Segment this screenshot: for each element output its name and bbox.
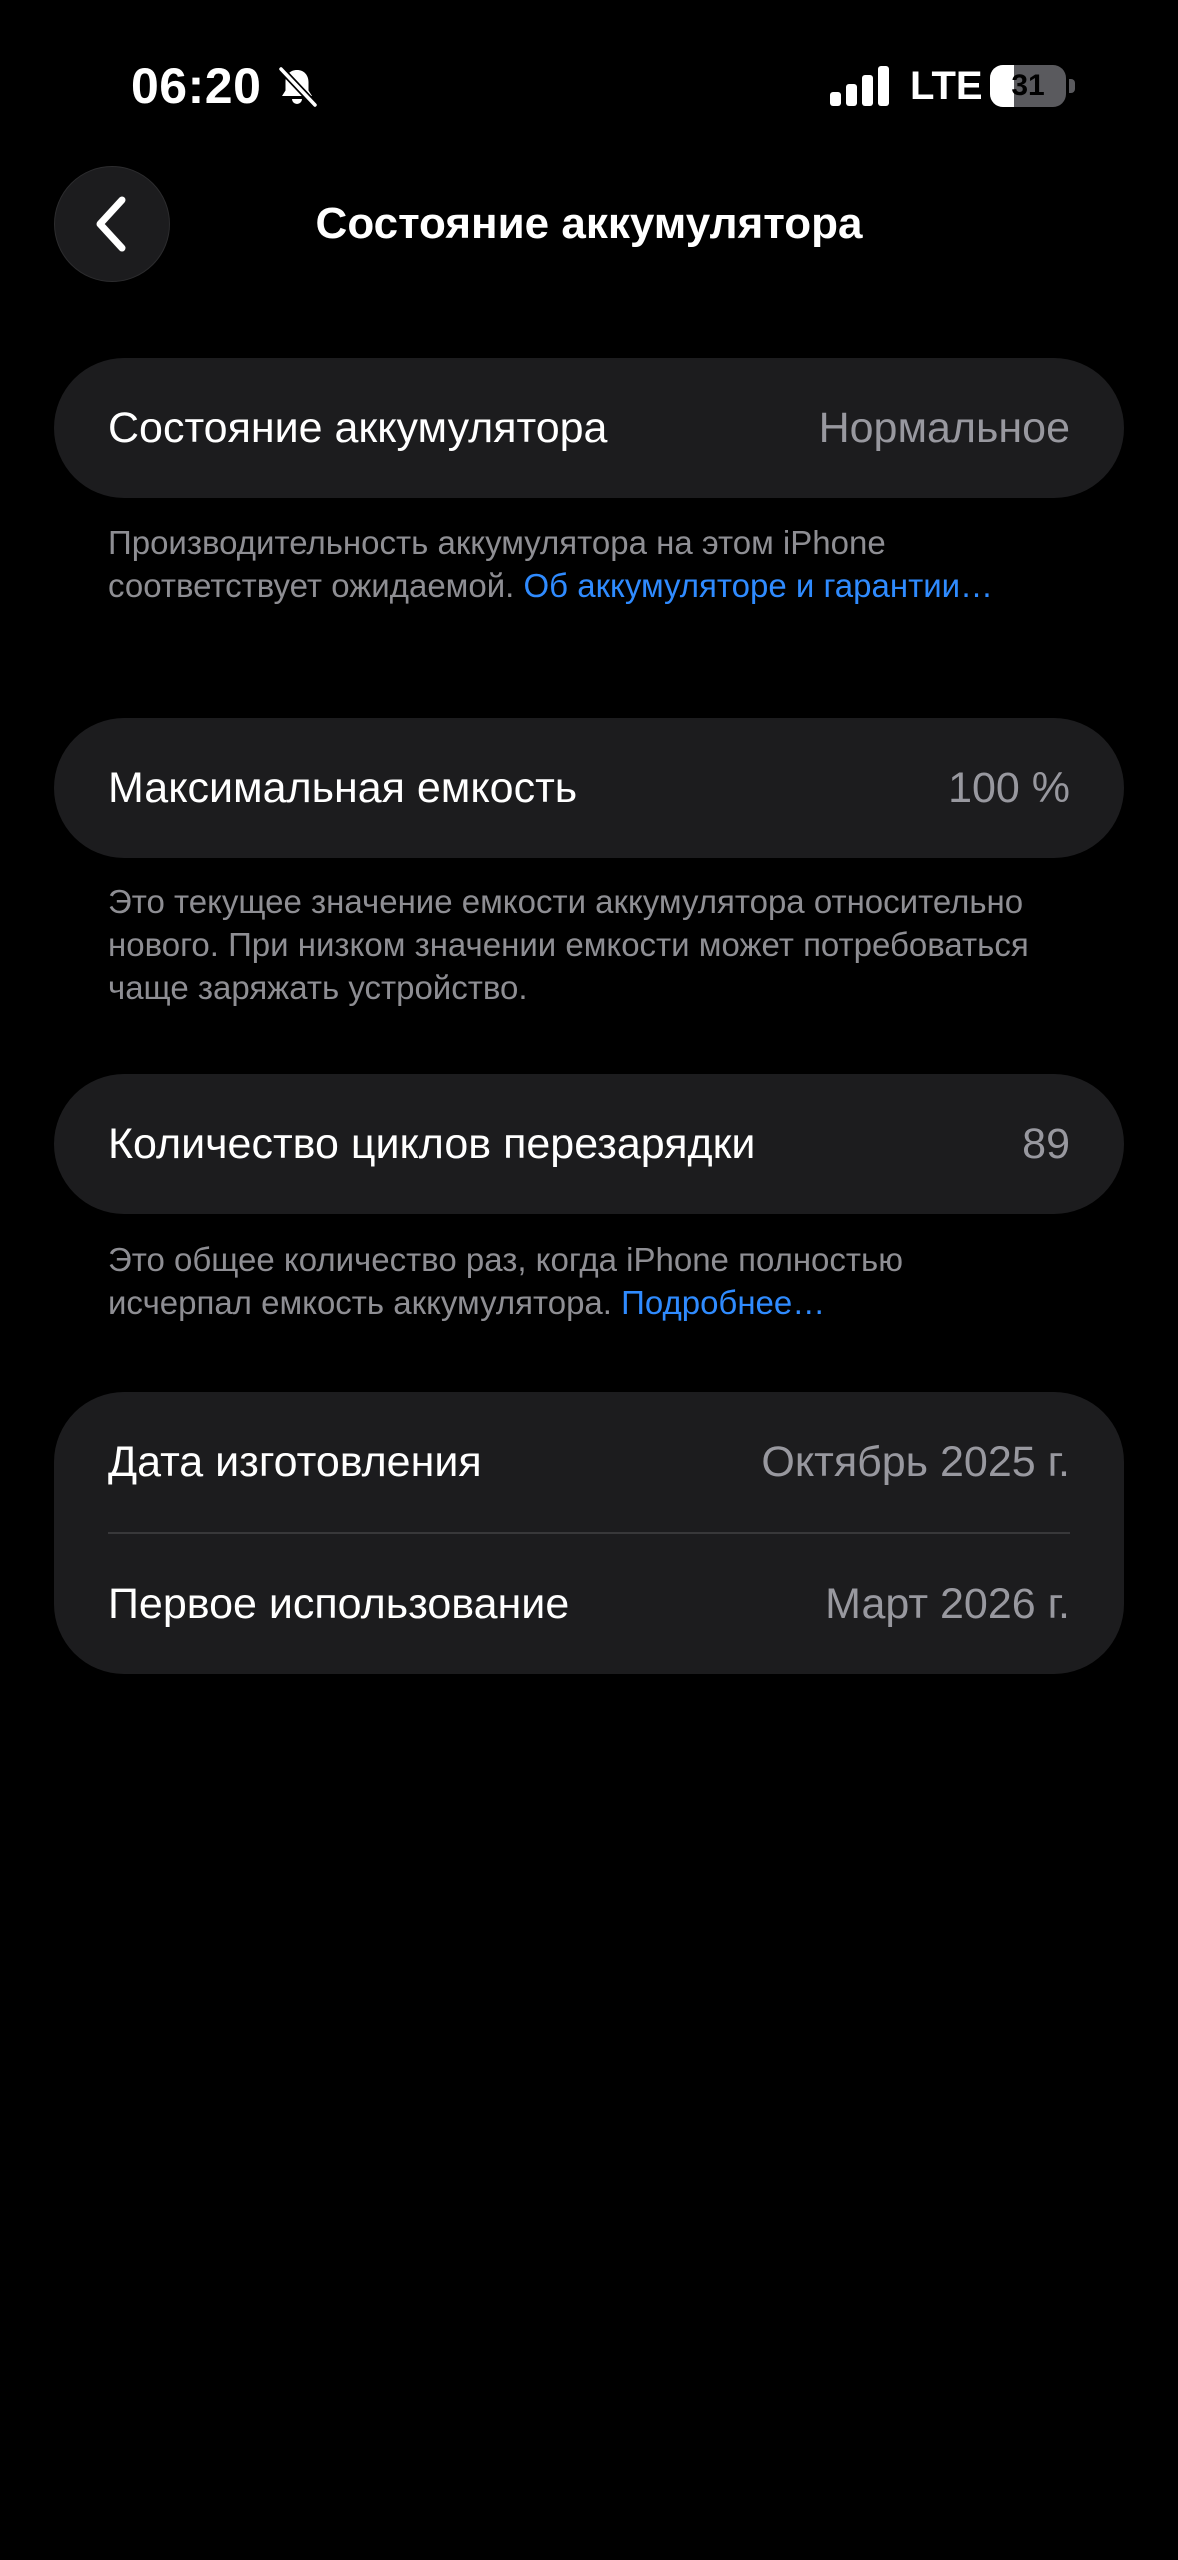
dates-card: Дата изготовления Октябрь 2025 г. Первое… — [54, 1392, 1124, 1674]
manufacture-date-row: Дата изготовления Октябрь 2025 г. — [54, 1392, 1124, 1532]
learn-more-link[interactable]: Подробнее… — [621, 1284, 825, 1321]
battery-icon: 31 — [990, 65, 1076, 107]
cycle-count-row: Количество циклов перезарядки 89 — [54, 1074, 1124, 1214]
max-capacity-note-text: Это текущее значение емкости аккумулятор… — [108, 883, 1029, 1006]
page-title: Состояние аккумулятора — [315, 199, 863, 248]
max-capacity-value: 100 % — [948, 764, 1070, 812]
battery-health-card: Состояние аккумулятора Нормальное — [54, 358, 1124, 498]
battery-health-value: Нормальное — [818, 404, 1070, 452]
manufacture-date-value: Октябрь 2025 г. — [761, 1438, 1070, 1486]
battery-health-label: Состояние аккумулятора — [108, 404, 608, 452]
max-capacity-label: Максимальная емкость — [108, 764, 578, 812]
cellular-signal-icon — [830, 66, 889, 106]
manufacture-date-label: Дата изготовления — [108, 1438, 482, 1486]
battery-warranty-link[interactable]: Об аккумуляторе и гарантии… — [523, 567, 993, 604]
bell-slash-icon — [277, 65, 319, 109]
status-time: 06:20 — [131, 58, 262, 114]
max-capacity-row: Максимальная емкость 100 % — [54, 718, 1124, 858]
first-use-row: Первое использование Март 2026 г. — [54, 1534, 1124, 1674]
battery-cap — [1069, 79, 1075, 93]
max-capacity-card: Максимальная емкость 100 % — [54, 718, 1124, 858]
battery-level: 31 — [1011, 69, 1045, 102]
cycle-count-label: Количество циклов перезарядки — [108, 1120, 756, 1168]
cycle-count-card: Количество циклов перезарядки 89 — [54, 1074, 1124, 1214]
battery-health-row: Состояние аккумулятора Нормальное — [54, 358, 1124, 498]
cycle-count-value: 89 — [1022, 1120, 1070, 1168]
battery-health-note: Производительность аккумулятора на этом … — [108, 521, 1038, 607]
network-type: LTE — [910, 64, 983, 108]
first-use-label: Первое использование — [108, 1580, 570, 1628]
max-capacity-note: Это текущее значение емкости аккумулятор… — [108, 880, 1038, 1009]
cycle-count-note: Это общее количество раз, когда iPhone п… — [108, 1238, 1038, 1324]
first-use-value: Март 2026 г. — [825, 1580, 1070, 1628]
